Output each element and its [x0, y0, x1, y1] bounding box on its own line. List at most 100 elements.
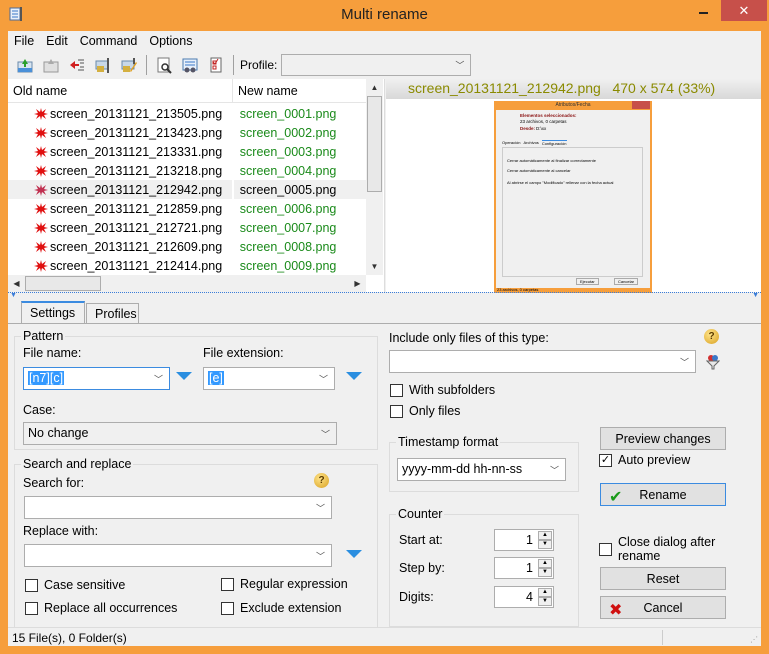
scroll-down-button[interactable]: ▼ [366, 258, 383, 275]
new-name-cell[interactable]: screen_0002.png [234, 123, 366, 142]
spin-down-icon[interactable]: ▼ [538, 597, 552, 606]
replace-placeholder-menu-icon[interactable] [346, 550, 362, 558]
old-name-cell[interactable]: screen_20131121_212859.png [8, 199, 232, 218]
file-row[interactable]: screen_20131121_212721.png screen_0007.pn… [8, 218, 366, 237]
extension-value: [e] [208, 371, 224, 385]
file-row[interactable]: screen_20131121_213505.png screen_0001.pn… [8, 104, 366, 123]
load-names-disabled-button[interactable] [38, 53, 64, 77]
extension-placeholder-menu-icon[interactable] [346, 372, 362, 380]
vertical-scrollbar[interactable]: ▲ ▼ [366, 79, 383, 275]
spin-down-icon[interactable]: ▼ [538, 540, 552, 549]
close-after-rename-checkbox[interactable]: Close dialog after rename [599, 535, 761, 563]
file-row[interactable]: screen_20131121_213423.png screen_0002.pn… [8, 123, 366, 142]
preview-changes-button[interactable]: Preview changes [600, 427, 726, 450]
spin-up-icon[interactable]: ▲ [538, 588, 552, 597]
new-name-cell[interactable]: screen_0001.png [234, 104, 366, 123]
file-row[interactable]: screen_20131121_212609.png screen_0008.pn… [8, 237, 366, 256]
help-icon[interactable]: ? [314, 473, 329, 488]
step-spinner[interactable]: 1 ▲ ▼ [494, 557, 554, 579]
old-name-cell[interactable]: screen_20131121_213331.png [8, 142, 232, 161]
help-icon[interactable]: ? [704, 329, 719, 344]
checkbox-box[interactable] [390, 404, 403, 418]
start-spinner[interactable]: 1 ▲ ▼ [494, 529, 554, 551]
column-header-new-name[interactable]: New name [233, 79, 303, 102]
checkbox-box[interactable] [599, 542, 612, 556]
edit-rename-button[interactable] [116, 53, 142, 77]
case-sensitive-checkbox[interactable]: Case sensitive [25, 578, 125, 592]
profile-select[interactable]: ﹀ [281, 54, 472, 76]
checkbox-box[interactable] [25, 601, 38, 615]
menu-command[interactable]: Command [74, 34, 144, 48]
tab-settings[interactable]: Settings [21, 301, 85, 323]
cancel-button[interactable]: ✖ Cancel [600, 596, 726, 619]
lock-rename-button[interactable] [90, 53, 116, 77]
load-names-button[interactable] [12, 53, 38, 77]
checkbox-box[interactable] [221, 601, 234, 615]
file-row[interactable]: screen_20131121_213218.png screen_0004.pn… [8, 161, 366, 180]
tab-profiles[interactable]: Profiles [86, 303, 139, 323]
extension-combo[interactable]: [e] ﹀ [203, 367, 335, 390]
menu-options[interactable]: Options [143, 34, 198, 48]
checkbox-box[interactable] [390, 383, 403, 397]
checkbox-box[interactable] [25, 578, 38, 592]
scroll-left-button[interactable]: ◀ [8, 275, 25, 292]
replace-combo[interactable]: ﹀ [24, 544, 332, 567]
close-button[interactable]: ✕ [721, 0, 767, 21]
old-name-cell[interactable]: screen_20131121_213423.png [8, 123, 232, 142]
compare-button[interactable] [177, 53, 203, 77]
spin-up-icon[interactable]: ▲ [538, 559, 552, 568]
undo-button[interactable] [64, 53, 90, 77]
rename-button[interactable]: ✔ Rename [600, 483, 726, 506]
include-combo[interactable]: ﹀ [389, 350, 696, 373]
old-name-cell[interactable]: screen_20131121_212414.png [8, 256, 232, 275]
resize-grip-icon[interactable]: ⋰ [750, 635, 758, 644]
new-name-cell[interactable]: screen_0003.png [234, 142, 366, 161]
checkbox-box[interactable] [221, 577, 234, 591]
scroll-right-button[interactable]: ▶ [349, 275, 366, 292]
new-name-cell[interactable]: screen_0005.png [233, 180, 366, 199]
hscroll-thumb[interactable] [25, 276, 101, 291]
old-name-cell[interactable]: screen_20131121_213505.png [8, 104, 232, 123]
file-row[interactable]: screen_20131121_212414.png screen_0009.pn… [8, 256, 366, 275]
with-subfolders-checkbox[interactable]: With subfolders [390, 383, 495, 397]
file-row[interactable]: screen_20131121_213331.png screen_0003.pn… [8, 142, 366, 161]
reset-button[interactable]: Reset [600, 567, 726, 590]
old-name-cell[interactable]: screen_20131121_212942.png [8, 180, 232, 199]
replace-all-checkbox[interactable]: Replace all occurrences [25, 601, 177, 615]
digits-spinner[interactable]: 4 ▲ ▼ [494, 586, 554, 608]
splitter[interactable]: ▼ ▼ [8, 292, 761, 299]
new-name-cell[interactable]: screen_0008.png [234, 237, 366, 256]
scroll-thumb[interactable] [367, 96, 382, 192]
filename-placeholder-menu-icon[interactable] [176, 372, 192, 380]
old-name-cell[interactable]: screen_20131121_212609.png [8, 237, 232, 256]
old-name: screen_20131121_213331.png [50, 144, 223, 159]
timestamp-combo[interactable]: yyyy-mm-dd hh-nn-ss ﹀ [397, 458, 566, 481]
new-name-cell[interactable]: screen_0004.png [234, 161, 366, 180]
only-files-checkbox[interactable]: Only files [390, 404, 460, 418]
new-name-cell[interactable]: screen_0007.png [234, 218, 366, 237]
scroll-up-button[interactable]: ▲ [366, 79, 383, 96]
minimize-button[interactable] [690, 0, 716, 21]
spin-up-icon[interactable]: ▲ [538, 531, 552, 540]
checklist-button[interactable] [203, 53, 229, 77]
auto-preview-checkbox[interactable]: ✓ Auto preview [599, 453, 690, 467]
file-row[interactable]: screen_20131121_212859.png screen_0006.pn… [8, 199, 366, 218]
regex-checkbox[interactable]: Regular expression [221, 577, 348, 591]
column-header-old-name[interactable]: Old name [8, 79, 233, 102]
search-combo[interactable]: ﹀ [24, 496, 332, 519]
filename-combo[interactable]: [n7][c] ﹀ [23, 367, 170, 390]
file-row[interactable]: screen_20131121_212942.png screen_0005.pn… [8, 180, 366, 199]
checkbox-box-checked[interactable]: ✓ [599, 453, 612, 467]
old-name-cell[interactable]: screen_20131121_213218.png [8, 161, 232, 180]
exclude-extension-checkbox[interactable]: Exclude extension [221, 601, 341, 615]
filter-icon[interactable] [705, 354, 721, 373]
old-name-cell[interactable]: screen_20131121_212721.png [8, 218, 232, 237]
new-name-cell[interactable]: screen_0009.png [234, 256, 366, 275]
spin-down-icon[interactable]: ▼ [538, 568, 552, 577]
menu-file[interactable]: File [8, 34, 40, 48]
menu-edit[interactable]: Edit [40, 34, 74, 48]
preview-button[interactable] [151, 53, 177, 77]
new-name-cell[interactable]: screen_0006.png [234, 199, 366, 218]
horizontal-scrollbar[interactable]: ◀ ▶ [8, 275, 366, 292]
case-select[interactable]: No change ﹀ [23, 422, 337, 445]
